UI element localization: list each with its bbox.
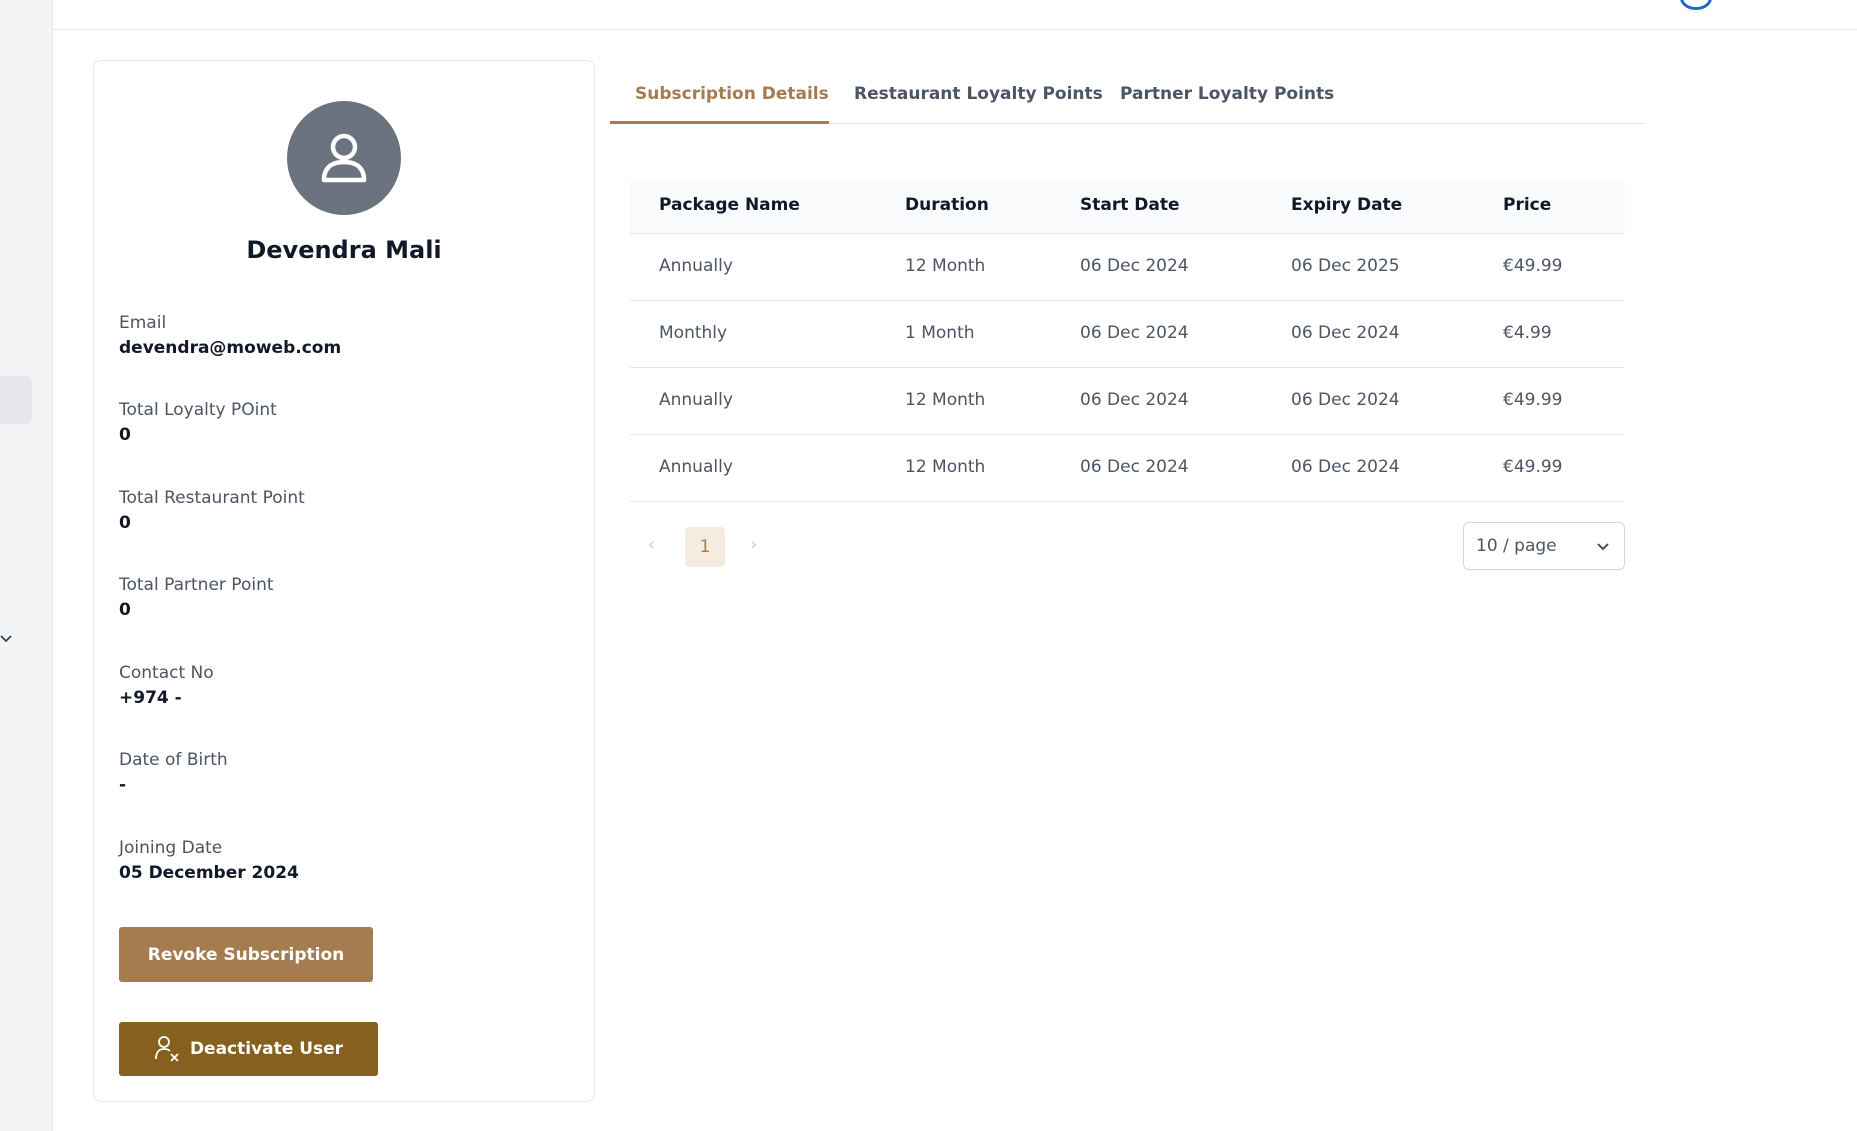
total-restaurant-point-field: Total Restaurant Point 0	[119, 486, 579, 536]
user-remove-icon	[155, 1036, 179, 1062]
deactivate-user-label: Deactivate User	[189, 1039, 344, 1059]
tab-subscription-details[interactable]: Subscription Details	[635, 82, 829, 106]
total-partner-point-label: Total Partner Point	[119, 575, 274, 595]
column-header-start-date: Start Date	[1080, 195, 1180, 215]
cell-price: €4.99	[1503, 323, 1552, 343]
email-value: devendra@moweb.com	[119, 338, 342, 358]
revoke-subscription-label: Revoke Subscription	[147, 944, 345, 965]
cell-start-date: 06 Dec 2024	[1080, 457, 1189, 477]
cell-duration: 12 Month	[905, 256, 986, 276]
table-row: Annually 12 Month 06 Dec 2024 06 Dec 202…	[630, 368, 1625, 435]
user-icon	[321, 133, 367, 183]
avatar	[287, 101, 401, 215]
user-menu-avatar-icon[interactable]	[1680, 0, 1712, 10]
chevron-right-icon[interactable]: ›	[750, 534, 757, 555]
cell-start-date: 06 Dec 2024	[1080, 323, 1189, 343]
contact-no-value: +974 -	[119, 688, 182, 708]
user-name: Devendra Mali	[246, 236, 442, 264]
total-restaurant-point-label: Total Restaurant Point	[119, 488, 305, 508]
cell-package-name: Monthly	[659, 323, 728, 343]
contact-no-field: Contact No +974 -	[119, 661, 579, 711]
page-size-value: 10 / page	[1476, 536, 1557, 556]
cell-duration: 1 Month	[905, 323, 975, 343]
cell-duration: 12 Month	[905, 390, 986, 410]
joining-date-label: Joining Date	[119, 838, 223, 858]
deactivate-user-button[interactable]: Deactivate User	[119, 1022, 378, 1076]
cell-price: €49.99	[1503, 256, 1563, 276]
cell-expiry-date: 06 Dec 2024	[1291, 323, 1400, 343]
total-loyalty-point-value: 0	[119, 425, 131, 445]
cell-duration: 12 Month	[905, 457, 986, 477]
tab-partner-loyalty-points[interactable]: Partner Loyalty Points	[1120, 82, 1334, 106]
page-size-select[interactable]: 10 / page	[1463, 522, 1625, 570]
cell-expiry-date: 06 Dec 2024	[1291, 457, 1400, 477]
date-of-birth-label: Date of Birth	[119, 750, 228, 770]
column-header-expiry-date: Expiry Date	[1291, 195, 1403, 215]
total-partner-point-field: Total Partner Point 0	[119, 573, 579, 623]
joining-date-value: 05 December 2024	[119, 863, 299, 883]
date-of-birth-value: -	[119, 775, 127, 795]
subscription-table: Package Name Duration Start Date Expiry …	[630, 180, 1625, 502]
email-field: Email devendra@moweb.com	[119, 311, 579, 361]
cell-expiry-date: 06 Dec 2024	[1291, 390, 1400, 410]
chevron-down-icon	[1597, 543, 1609, 551]
cell-start-date: 06 Dec 2024	[1080, 256, 1189, 276]
cell-price: €49.99	[1503, 457, 1563, 477]
cell-package-name: Annually	[659, 457, 733, 477]
cell-package-name: Annually	[659, 390, 733, 410]
top-header	[53, 0, 1857, 30]
chevron-down-icon[interactable]	[0, 632, 14, 646]
pagination-page-button[interactable]: 1	[685, 527, 725, 567]
table-row: Annually 12 Month 06 Dec 2024 06 Dec 202…	[630, 435, 1625, 502]
tab-bar: Subscription Details Restaurant Loyalty …	[610, 70, 1645, 124]
cell-price: €49.99	[1503, 390, 1563, 410]
contact-no-label: Contact No	[119, 663, 214, 683]
sidebar-active-item[interactable]	[0, 376, 32, 424]
column-header-package-name: Package Name	[659, 195, 800, 215]
joining-date-field: Joining Date 05 December 2024	[119, 836, 579, 886]
total-loyalty-point-field: Total Loyalty POint 0	[119, 398, 579, 448]
total-loyalty-point-label: Total Loyalty POint	[119, 400, 277, 420]
sidebar	[0, 0, 53, 1131]
cell-package-name: Annually	[659, 256, 733, 276]
date-of-birth-field: Date of Birth -	[119, 748, 579, 798]
chevron-left-icon[interactable]: ‹	[648, 534, 655, 555]
column-header-duration: Duration	[905, 195, 989, 215]
column-header-price: Price	[1503, 195, 1552, 215]
cell-start-date: 06 Dec 2024	[1080, 390, 1189, 410]
profile-card: Devendra Mali Email devendra@moweb.com T…	[93, 60, 595, 1102]
cell-expiry-date: 06 Dec 2025	[1291, 256, 1400, 276]
table-row: Annually 12 Month 06 Dec 2024 06 Dec 202…	[630, 234, 1625, 301]
total-partner-point-value: 0	[119, 600, 131, 620]
total-restaurant-point-value: 0	[119, 513, 131, 533]
active-tab-indicator	[610, 121, 829, 124]
email-label: Email	[119, 313, 167, 333]
tab-restaurant-loyalty-points[interactable]: Restaurant Loyalty Points	[854, 82, 1103, 106]
revoke-subscription-button[interactable]: Revoke Subscription	[119, 927, 373, 982]
table-header: Package Name Duration Start Date Expiry …	[630, 180, 1625, 234]
table-row: Monthly 1 Month 06 Dec 2024 06 Dec 2024 …	[630, 301, 1625, 368]
